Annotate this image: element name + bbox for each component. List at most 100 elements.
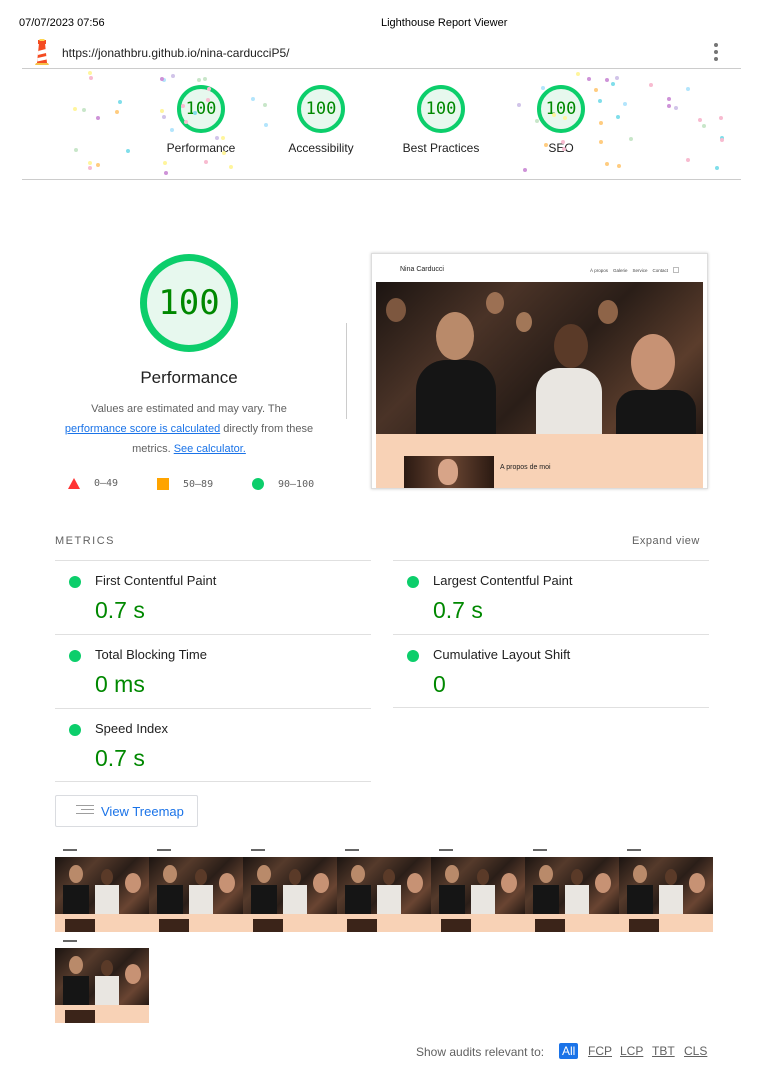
portrait-image — [404, 456, 494, 488]
confetti-dot — [561, 139, 566, 144]
legend-fail: 0–49 — [68, 478, 118, 489]
calculator-link[interactable]: See calculator. — [174, 443, 246, 455]
filmstrip-frame — [525, 847, 619, 932]
print-title: Lighthouse Report Viewer — [381, 17, 508, 29]
gauge-label: Accessibility — [288, 141, 354, 155]
filmstrip-frame — [619, 847, 713, 932]
confetti-dot — [616, 115, 621, 120]
confetti-dot — [192, 111, 197, 116]
final-screenshot[interactable]: Nina Carducci À propos Galerie Service C… — [371, 253, 708, 489]
legend-pass: 90–100 — [252, 478, 314, 490]
confetti-dot — [263, 123, 268, 128]
site-nav: À propos Galerie Service Contact — [590, 267, 679, 273]
confetti-dot — [73, 106, 78, 111]
confetti-dot — [649, 83, 654, 88]
filter-fcp[interactable]: FCP — [585, 1043, 615, 1059]
confetti-dot — [674, 105, 679, 110]
confetti-dot — [718, 115, 723, 120]
divider — [55, 781, 371, 782]
confetti-dot — [517, 102, 522, 107]
gauge-score: 100 — [297, 85, 345, 133]
confetti-dot — [96, 115, 101, 120]
filter-lcp[interactable]: LCP — [617, 1043, 646, 1059]
gauge-best-practices[interactable]: 100 Best Practices — [386, 85, 496, 155]
instagram-icon — [673, 267, 679, 273]
pass-circle-icon — [69, 576, 81, 588]
metric-lcp: Largest Contentful Paint 0.7 s — [393, 560, 709, 634]
filmstrip-frame — [149, 847, 243, 932]
confetti-dot — [561, 147, 566, 152]
metric-fcp: First Contentful Paint 0.7 s — [55, 560, 371, 634]
filmstrip-frame — [243, 847, 337, 932]
confetti-dot — [686, 157, 691, 162]
expand-view-toggle[interactable]: Expand view — [632, 535, 700, 547]
confetti-dot — [587, 77, 592, 82]
performance-label: Performance — [140, 368, 238, 387]
filmstrip-frame — [55, 938, 174, 1023]
confetti-dot — [563, 115, 568, 120]
report-url: https://jonathbru.github.io/nina-carducc… — [62, 46, 290, 60]
gauge-seo[interactable]: 100 SEO — [506, 85, 616, 155]
confetti-dot — [610, 82, 615, 87]
metric-value: 0 ms — [95, 671, 145, 697]
confetti-dot — [118, 100, 123, 105]
performance-gauge: 100 — [140, 254, 238, 352]
metric-title: Speed Index — [95, 721, 169, 736]
filter-tbt[interactable]: TBT — [649, 1043, 678, 1059]
confetti-dot — [522, 167, 527, 172]
metric-title: Total Blocking Time — [95, 647, 207, 662]
confetti-dot — [159, 108, 164, 113]
confetti-dot — [229, 165, 234, 170]
gauge-score: 100 — [417, 85, 465, 133]
performance-description: Values are estimated and may vary. The p… — [64, 403, 314, 455]
legend-average: 50–89 — [157, 478, 213, 490]
view-treemap-button[interactable]: View Treemap — [55, 795, 198, 827]
metric-title: First Contentful Paint — [95, 573, 217, 588]
pass-circle-icon — [407, 650, 419, 662]
gauge-accessibility[interactable]: 100 Accessibility — [266, 85, 376, 155]
fail-triangle-icon — [68, 478, 80, 489]
pass-circle-icon — [252, 478, 264, 490]
average-square-icon — [157, 478, 169, 490]
metrics-heading: METRICS — [55, 535, 115, 547]
gauge-score: 100 — [537, 85, 585, 133]
confetti-dot — [720, 138, 724, 143]
confetti-dot — [622, 102, 627, 107]
filter-cls[interactable]: CLS — [681, 1043, 710, 1059]
metric-si: Speed Index 0.7 s — [55, 708, 371, 782]
gauge-performance[interactable]: 100 Performance — [146, 85, 256, 155]
confetti-dot — [196, 78, 201, 83]
divider — [393, 707, 709, 708]
confetti-dot — [126, 149, 131, 154]
confetti-dot — [170, 74, 175, 79]
filmstrip-frame — [431, 847, 525, 932]
metric-cls: Cumulative Layout Shift 0 — [393, 634, 709, 708]
confetti-dot — [715, 166, 720, 171]
metric-value: 0 — [433, 671, 446, 697]
hero-image — [376, 282, 703, 434]
confetti-dot — [604, 78, 609, 83]
performance-score-link[interactable]: performance score is calculated — [65, 423, 220, 435]
confetti-dot — [88, 71, 93, 76]
confetti-dot — [115, 110, 120, 115]
confetti-dot — [87, 161, 92, 166]
confetti-dot — [163, 170, 168, 175]
divider — [346, 323, 347, 419]
gauge-label: Best Practices — [402, 141, 480, 155]
confetti-dot — [616, 164, 621, 169]
kebab-menu-icon[interactable] — [713, 43, 719, 63]
confetti-dot — [203, 77, 208, 82]
confetti-dot — [697, 118, 702, 123]
metric-value: 0.7 s — [433, 597, 483, 623]
confetti-dot — [82, 107, 87, 112]
confetti-dot — [88, 76, 93, 81]
metric-tbt: Total Blocking Time 0 ms — [55, 634, 371, 708]
confetti-dot — [170, 127, 175, 132]
confetti-dot — [163, 160, 168, 165]
about-title: A propos de moi — [500, 464, 551, 471]
confetti-dot — [628, 137, 633, 142]
confetti-dot — [614, 75, 619, 80]
confetti-dot — [605, 161, 610, 166]
confetti-dot — [551, 113, 556, 118]
filter-all[interactable]: All — [559, 1043, 579, 1059]
